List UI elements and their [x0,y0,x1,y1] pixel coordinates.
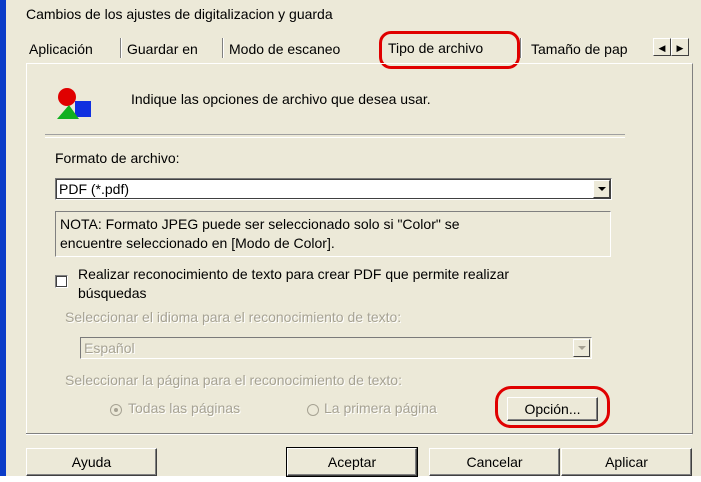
button-bar-line-highlight [26,434,692,435]
format-select-value: PDF (*.pdf) [59,181,130,197]
radio-first-page-label: La primera página [324,400,437,416]
note-box: NOTA: Formato JPEG puede ser seleccionad… [55,211,611,257]
ok-button[interactable]: Aceptar [286,447,418,477]
tab-separator [520,38,522,58]
header-text: Indique las opciones de archivo que dese… [131,91,431,107]
note-line-2: encuentre seleccionado en [Modo de Color… [60,235,335,251]
tab-aplicacion[interactable]: Aplicación [29,37,93,61]
cancel-button[interactable]: Cancelar [429,448,560,476]
arrow-left-icon[interactable]: ◀ [653,38,671,56]
ocr-checkbox-label-line-1: Realizar reconocimiento de texto para cr… [78,266,510,282]
dialog-bottom-edge [0,476,701,482]
help-button[interactable]: Ayuda [26,448,157,476]
divider [45,134,625,138]
ocr-checkbox-label[interactable]: Realizar reconocimiento de texto para cr… [78,265,648,303]
radio-all-pages-label: Todas las páginas [128,400,241,416]
tab-tipo-de-archivo[interactable]: Tipo de archivo [388,34,483,64]
note-line-1: NOTA: Formato JPEG puede ser seleccionad… [60,216,460,232]
radio-all-pages[interactable] [110,404,122,416]
chevron-down-icon[interactable] [573,339,590,357]
tab-strip: Aplicación Guardar en Modo de escaneo Ti… [26,34,691,64]
radio-first-page[interactable] [307,404,319,416]
language-select[interactable]: Español [80,337,592,359]
format-label: Formato de archivo: [55,150,180,166]
tab-separator [120,38,122,58]
shapes-icon [57,88,91,119]
tab-modo-de-escaneo[interactable]: Modo de escaneo [229,37,340,61]
window-title: Cambios de los ajustes de digitalizacion… [26,6,333,22]
tab-separator [222,38,224,58]
apply-button[interactable]: Aplicar [561,448,692,476]
arrow-right-icon[interactable]: ▶ [671,38,689,56]
language-select-value: Español [84,340,135,356]
tab-tamano-de-papel[interactable]: Tamaño de pap [531,37,654,61]
chevron-down-icon[interactable] [593,180,610,198]
ocr-checkbox-label-line-2: búsquedas [78,285,147,301]
tab-scroll-arrows: ◀ ▶ [653,38,689,56]
page-label: Seleccionar la página para el reconocimi… [65,372,402,388]
language-label: Seleccionar el idioma para el reconocimi… [65,309,402,325]
tab-guardar-en[interactable]: Guardar en [127,37,198,61]
format-select[interactable]: PDF (*.pdf) [55,178,612,200]
ocr-checkbox[interactable] [55,275,68,288]
option-button[interactable]: Opción... [507,397,598,421]
